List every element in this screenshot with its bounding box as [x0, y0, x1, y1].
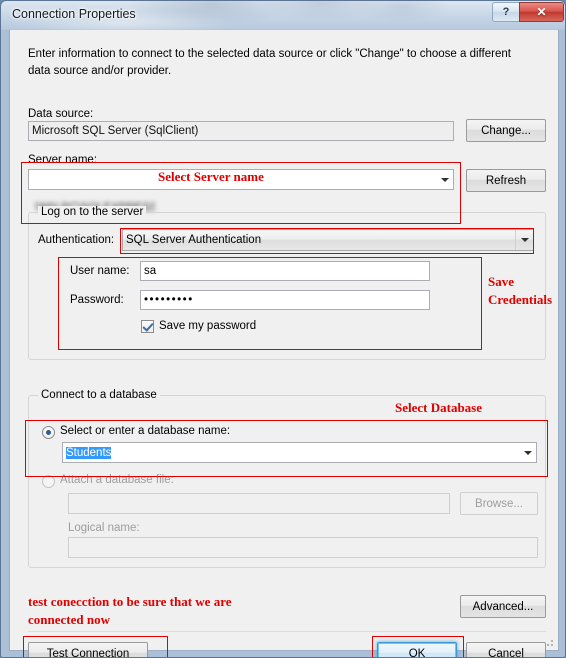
- title-bar[interactable]: Connection Properties ? ✕: [1, 1, 565, 30]
- logical-name-input[interactable]: [68, 537, 538, 558]
- caption-button-group: ? ✕: [492, 2, 564, 23]
- database-name-combo[interactable]: Students: [62, 442, 537, 463]
- chevron-down-icon[interactable]: [519, 443, 536, 462]
- close-x-icon[interactable]: ✕: [519, 2, 564, 22]
- refresh-button[interactable]: Refresh: [466, 169, 546, 192]
- save-password-checkbox[interactable]: [141, 320, 154, 333]
- annotation-save-credentials-line-2: Credentials: [488, 292, 553, 307]
- password-input[interactable]: •••••••••: [140, 290, 430, 310]
- connection-properties-dialog: Connection Properties ? ✕ Enter informat…: [0, 0, 566, 658]
- data-source-label: Data source:: [28, 108, 94, 120]
- attach-database-label[interactable]: Attach a database file:: [60, 474, 174, 486]
- authentication-value: SQL Server Authentication: [123, 230, 516, 250]
- annotation-select-server-name: Select Server name: [158, 169, 264, 184]
- username-input[interactable]: sa: [140, 261, 430, 281]
- footer-divider: [28, 631, 546, 632]
- logon-group-title: Log on to the server: [38, 206, 147, 218]
- database-name-value: Students: [66, 446, 112, 459]
- dialog-client-area: Enter information to connect to the sele…: [9, 30, 559, 657]
- change-button[interactable]: Change...: [466, 119, 546, 142]
- test-connection-button[interactable]: Test Connection: [28, 642, 148, 657]
- window-title: Connection Properties: [12, 7, 136, 21]
- annotation-save-credentials-line-1: Save: [488, 274, 514, 289]
- authentication-label: Authentication:: [38, 234, 115, 246]
- advanced-button[interactable]: Advanced...: [460, 595, 546, 618]
- select-database-radio[interactable]: [42, 426, 55, 439]
- annotation-select-database: Select Database: [395, 400, 483, 415]
- intro-line-2: data source and/or provider.: [28, 65, 172, 77]
- annotation-test-connection-line-1: test conecction to be sure that we are: [28, 594, 232, 609]
- server-name-label: Server name:: [28, 154, 98, 166]
- password-label: Password:: [70, 294, 124, 306]
- select-database-label[interactable]: Select or enter a database name:: [60, 425, 230, 437]
- attach-database-radio[interactable]: [42, 475, 55, 488]
- chevron-down-icon[interactable]: [436, 170, 453, 189]
- ok-button[interactable]: OK: [377, 642, 457, 657]
- save-password-label[interactable]: Save my password: [159, 320, 256, 332]
- browse-button[interactable]: Browse...: [460, 492, 538, 515]
- username-label: User name:: [70, 265, 130, 277]
- resize-grip-icon[interactable]: [543, 636, 555, 648]
- authentication-combo[interactable]: SQL Server Authentication: [122, 229, 534, 251]
- attach-file-input[interactable]: [68, 493, 450, 514]
- intro-line-1: Enter information to connect to the sele…: [28, 48, 511, 60]
- database-group-title: Connect to a database: [38, 389, 160, 401]
- annotation-test-connection-line-2: connected now: [28, 612, 110, 627]
- chevron-down-icon[interactable]: [516, 230, 533, 250]
- database-name-value-wrap: Students: [63, 446, 519, 459]
- cancel-button[interactable]: Cancel: [466, 642, 546, 657]
- logical-name-label: Logical name:: [68, 522, 140, 534]
- data-source-value: Microsoft SQL Server (SqlClient): [28, 121, 454, 141]
- help-icon[interactable]: ?: [492, 2, 519, 22]
